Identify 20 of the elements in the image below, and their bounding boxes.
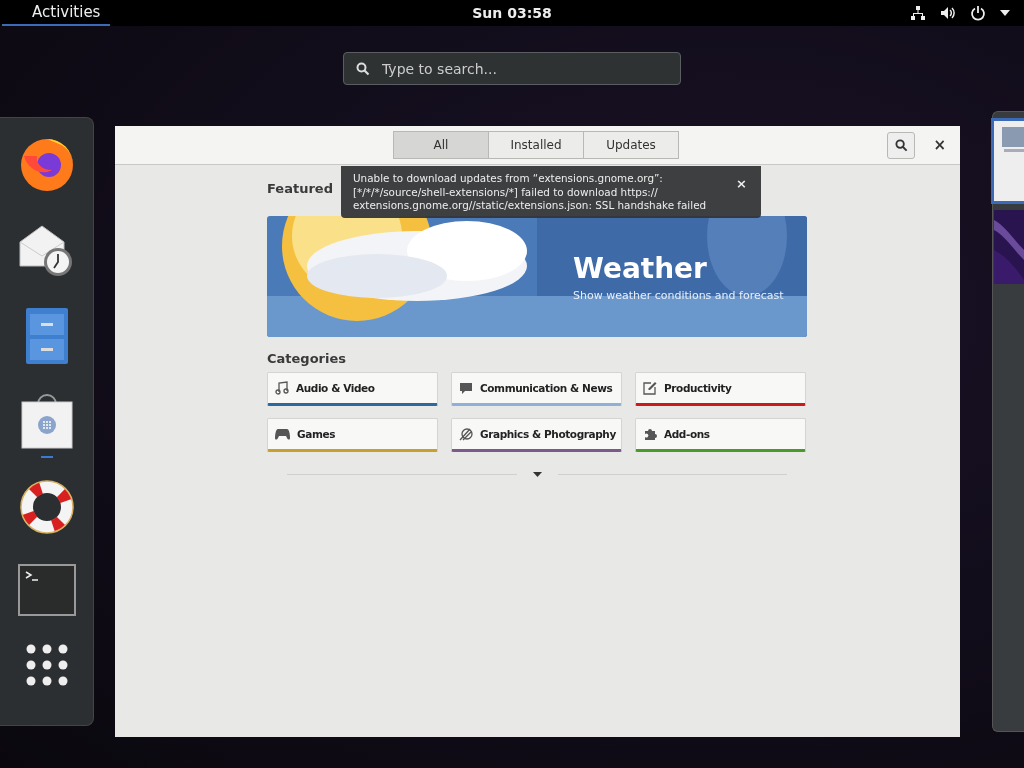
tab[interactable]: All <box>393 131 489 159</box>
clock[interactable]: Sun 03:58 <box>442 5 582 21</box>
banner-title: Weather <box>573 251 708 285</box>
category-button[interactable]: Games <box>267 418 438 452</box>
banner-subtitle: Show weather conditions and forecast <box>573 288 784 302</box>
tab[interactable]: Updates <box>583 131 679 159</box>
category-button[interactable]: Add-ons <box>635 418 806 452</box>
activities-button[interactable]: Activities <box>2 0 111 26</box>
category-button[interactable]: Audio & Video <box>267 372 438 406</box>
featured-banner[interactable]: Weather Show weather conditions and forecast <box>267 216 807 337</box>
category-button[interactable]: Productivity <box>635 372 806 406</box>
section-heading: Featured <box>267 181 333 196</box>
tab[interactable]: Installed <box>488 131 584 159</box>
close-button[interactable]: × <box>929 136 950 154</box>
category-button[interactable]: Graphics & Photography <box>451 418 622 452</box>
search-field[interactable]: Type to search... <box>343 52 681 85</box>
category-button[interactable]: Communication & News <box>451 372 622 406</box>
notification-close-button[interactable]: × <box>732 176 751 191</box>
section-heading: Categories <box>267 351 346 366</box>
notification-message: Unable to download updates from “extensions.gnome.org”: [*/*/*/source/shell-extensions/*] failed to download https:// extensions.gnome.org//static/extensions.json: SSL handshake failed <box>353 172 708 213</box>
